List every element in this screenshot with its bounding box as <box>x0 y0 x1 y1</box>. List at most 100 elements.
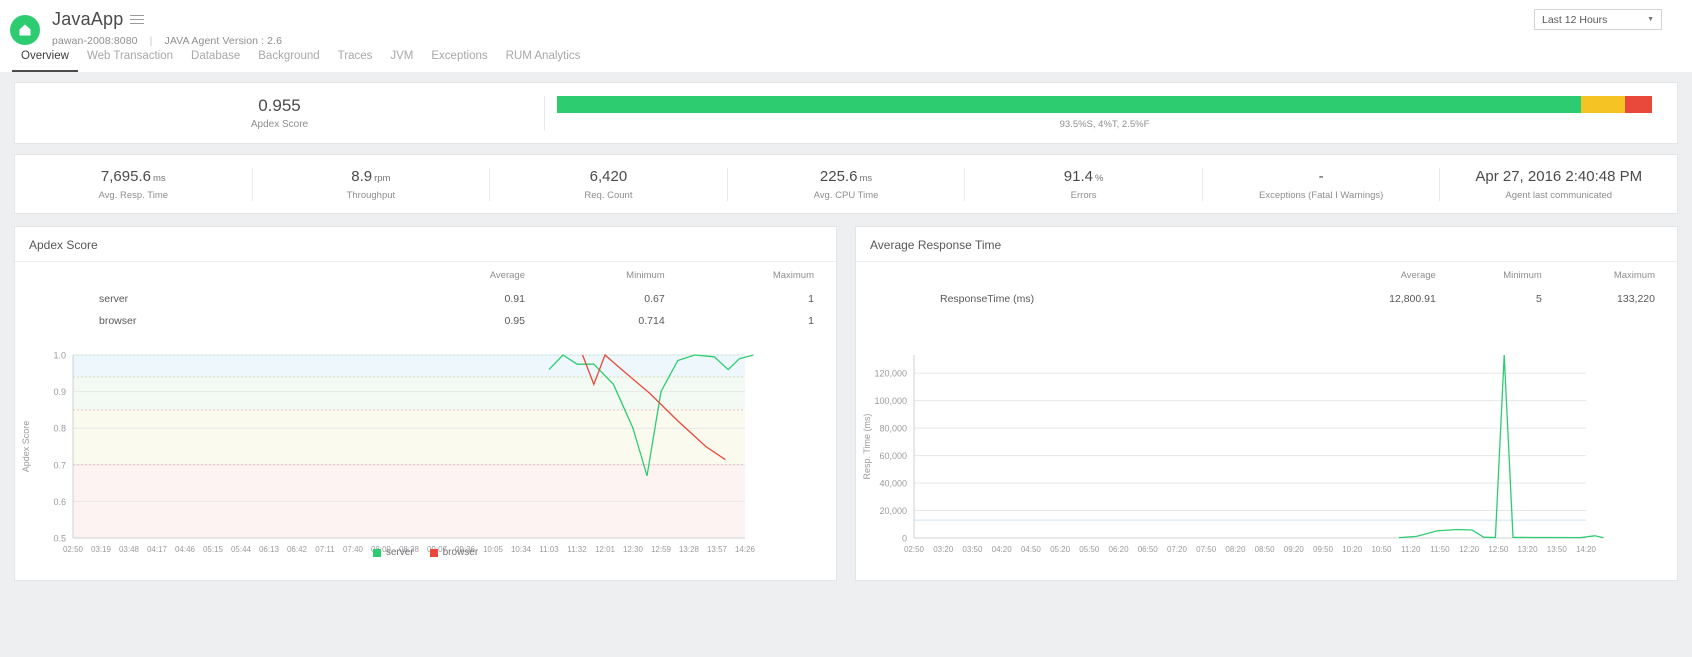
response-time-chart-card: Average Response Time AverageMinimumMaxi… <box>855 226 1678 581</box>
apdex-chart-legend: server browser <box>15 547 836 558</box>
cell-average: 12,800.91 <box>1307 288 1435 310</box>
metric-throughput: 8.9rpmThroughput <box>253 168 491 201</box>
metric-agent-last-communicated: Apr 27, 2016 2:40:48 PM Agent last commun… <box>1440 168 1677 201</box>
metric-label: Exceptions (Fatal I Warnings) <box>1207 190 1436 201</box>
apdex-distribution-bar <box>557 96 1652 113</box>
tab-rum-analytics[interactable]: RUM Analytics <box>497 44 590 72</box>
metric-unit: rpm <box>374 173 390 184</box>
svg-text:60,000: 60,000 <box>879 451 907 461</box>
svg-text:20,000: 20,000 <box>879 506 907 516</box>
cell-maximum: 1 <box>665 310 814 332</box>
svg-text:80,000: 80,000 <box>879 424 907 434</box>
svg-text:0.6: 0.6 <box>53 497 66 507</box>
cell-name: ResponseTime (ms) <box>878 288 1307 310</box>
legend-item[interactable]: browser <box>430 547 479 558</box>
cell-name: browser <box>37 310 397 332</box>
apdex-distribution-label: 93.5%S, 4%T, 2.5%F <box>557 119 1652 130</box>
svg-text:04:20: 04:20 <box>992 545 1013 554</box>
svg-text:12:50: 12:50 <box>1488 545 1509 554</box>
svg-text:05:20: 05:20 <box>1050 545 1071 554</box>
tab-database[interactable]: Database <box>182 44 249 72</box>
metric-value: 6,420 <box>494 168 723 186</box>
svg-text:1.0: 1.0 <box>53 351 66 361</box>
cell-maximum: 1 <box>665 288 814 310</box>
top-bar: JavaApp pawan-2008:8080 | JAVA Agent Ver… <box>0 0 1692 72</box>
apdex-chart-title: Apdex Score <box>15 227 836 262</box>
tab-traces[interactable]: Traces <box>329 44 382 72</box>
tab-exceptions[interactable]: Exceptions <box>422 44 496 72</box>
metric-avg-cpu-time: 225.6msAvg. CPU Time <box>728 168 966 201</box>
metric-label: Throughput <box>257 190 486 201</box>
svg-text:10:20: 10:20 <box>1342 545 1363 554</box>
metric-label: Avg. CPU Time <box>732 190 961 201</box>
tab-overview[interactable]: Overview <box>12 44 78 72</box>
legend-item[interactable]: server <box>373 547 414 558</box>
legend-swatch-icon <box>373 549 381 557</box>
metric-value: 7,695.6ms <box>19 168 248 186</box>
table-row: browser0.950.7141 <box>37 310 814 332</box>
metric-label: Req. Count <box>494 190 723 201</box>
cell-average: 0.95 <box>397 310 525 332</box>
svg-text:11:20: 11:20 <box>1401 545 1421 554</box>
svg-text:13:20: 13:20 <box>1518 545 1539 554</box>
column-header <box>878 270 1307 288</box>
table-row: server0.910.671 <box>37 288 814 310</box>
main-content: 0.955 Apdex Score 93.5%S, 4%T, 2.5%F 7,6… <box>0 72 1692 581</box>
apdex-score-value: 0.955 <box>15 96 544 116</box>
chevron-down-icon: ▼ <box>1647 16 1654 23</box>
metric-unit: % <box>1095 173 1103 184</box>
metric-label: Errors <box>969 190 1198 201</box>
svg-text:09:50: 09:50 <box>1313 545 1334 554</box>
apdex-score-block: 0.955 Apdex Score <box>15 96 545 130</box>
column-header <box>37 270 397 288</box>
response-time-chart-plot: 020,00040,00060,00080,000100,000120,0000… <box>856 345 1677 575</box>
response-time-chart-table: AverageMinimumMaximumResponseTime (ms)12… <box>856 262 1677 310</box>
metric-value: Apr 27, 2016 2:40:48 PM <box>1444 168 1673 186</box>
hamburger-menu-icon[interactable] <box>130 12 144 27</box>
metric-req-count: 6,420 Req. Count <box>490 168 728 201</box>
apdex-bar-block: 93.5%S, 4%T, 2.5%F <box>545 96 1677 130</box>
column-header: Maximum <box>1542 270 1655 288</box>
svg-text:03:50: 03:50 <box>962 545 983 554</box>
svg-text:14:20: 14:20 <box>1576 545 1597 554</box>
svg-text:08:20: 08:20 <box>1225 545 1246 554</box>
time-range-select[interactable]: Last 12 Hours ▼ <box>1534 9 1662 30</box>
table-header-row: AverageMinimumMaximum <box>878 270 1655 288</box>
legend-label: browser <box>443 547 479 558</box>
nav-tabs: OverviewWeb TransactionDatabaseBackgroun… <box>0 44 589 72</box>
column-header: Average <box>397 270 525 288</box>
apdex-summary-card: 0.955 Apdex Score 93.5%S, 4%T, 2.5%F <box>14 82 1678 144</box>
svg-text:08:50: 08:50 <box>1255 545 1276 554</box>
tab-jvm[interactable]: JVM <box>381 44 422 72</box>
svg-text:0.5: 0.5 <box>53 534 66 544</box>
svg-text:Resp. Time (ms): Resp. Time (ms) <box>862 413 872 479</box>
tab-background[interactable]: Background <box>249 44 328 72</box>
page-title: JavaApp <box>52 9 123 30</box>
svg-text:02:50: 02:50 <box>904 545 925 554</box>
cell-minimum: 5 <box>1436 288 1542 310</box>
tab-web-transaction[interactable]: Web Transaction <box>78 44 182 72</box>
metric-value: 91.4% <box>969 168 1198 186</box>
table-header-row: AverageMinimumMaximum <box>37 270 814 288</box>
svg-text:06:50: 06:50 <box>1138 545 1159 554</box>
apdex-chart-plot: 0.50.60.70.80.91.002:5003:1903:4804:1704… <box>15 345 836 575</box>
apdex-score-chart-card: Apdex Score AverageMinimumMaximumserver0… <box>14 226 837 581</box>
metric-exceptions-fatal-i-warnings: -Exceptions (Fatal I Warnings) <box>1203 168 1441 201</box>
svg-text:12:20: 12:20 <box>1459 545 1480 554</box>
cell-name: server <box>37 288 397 310</box>
svg-text:40,000: 40,000 <box>879 479 907 489</box>
apdex-score-label: Apdex Score <box>15 119 544 130</box>
apdex-bar-segment-tolerating <box>1581 96 1625 113</box>
svg-text:07:50: 07:50 <box>1196 545 1217 554</box>
cell-average: 0.91 <box>397 288 525 310</box>
apdex-bar-segment-satisfied <box>557 96 1581 113</box>
metric-label: Agent last communicated <box>1444 190 1673 201</box>
column-header: Maximum <box>665 270 814 288</box>
column-header: Minimum <box>1436 270 1542 288</box>
table-row: ResponseTime (ms)12,800.915133,220 <box>878 288 1655 310</box>
svg-text:0.9: 0.9 <box>53 387 66 397</box>
response-time-chart-title: Average Response Time <box>856 227 1677 262</box>
metric-avg-resp-time: 7,695.6msAvg. Resp. Time <box>15 168 253 201</box>
svg-text:100,000: 100,000 <box>874 396 907 406</box>
svg-text:0.7: 0.7 <box>53 460 66 470</box>
